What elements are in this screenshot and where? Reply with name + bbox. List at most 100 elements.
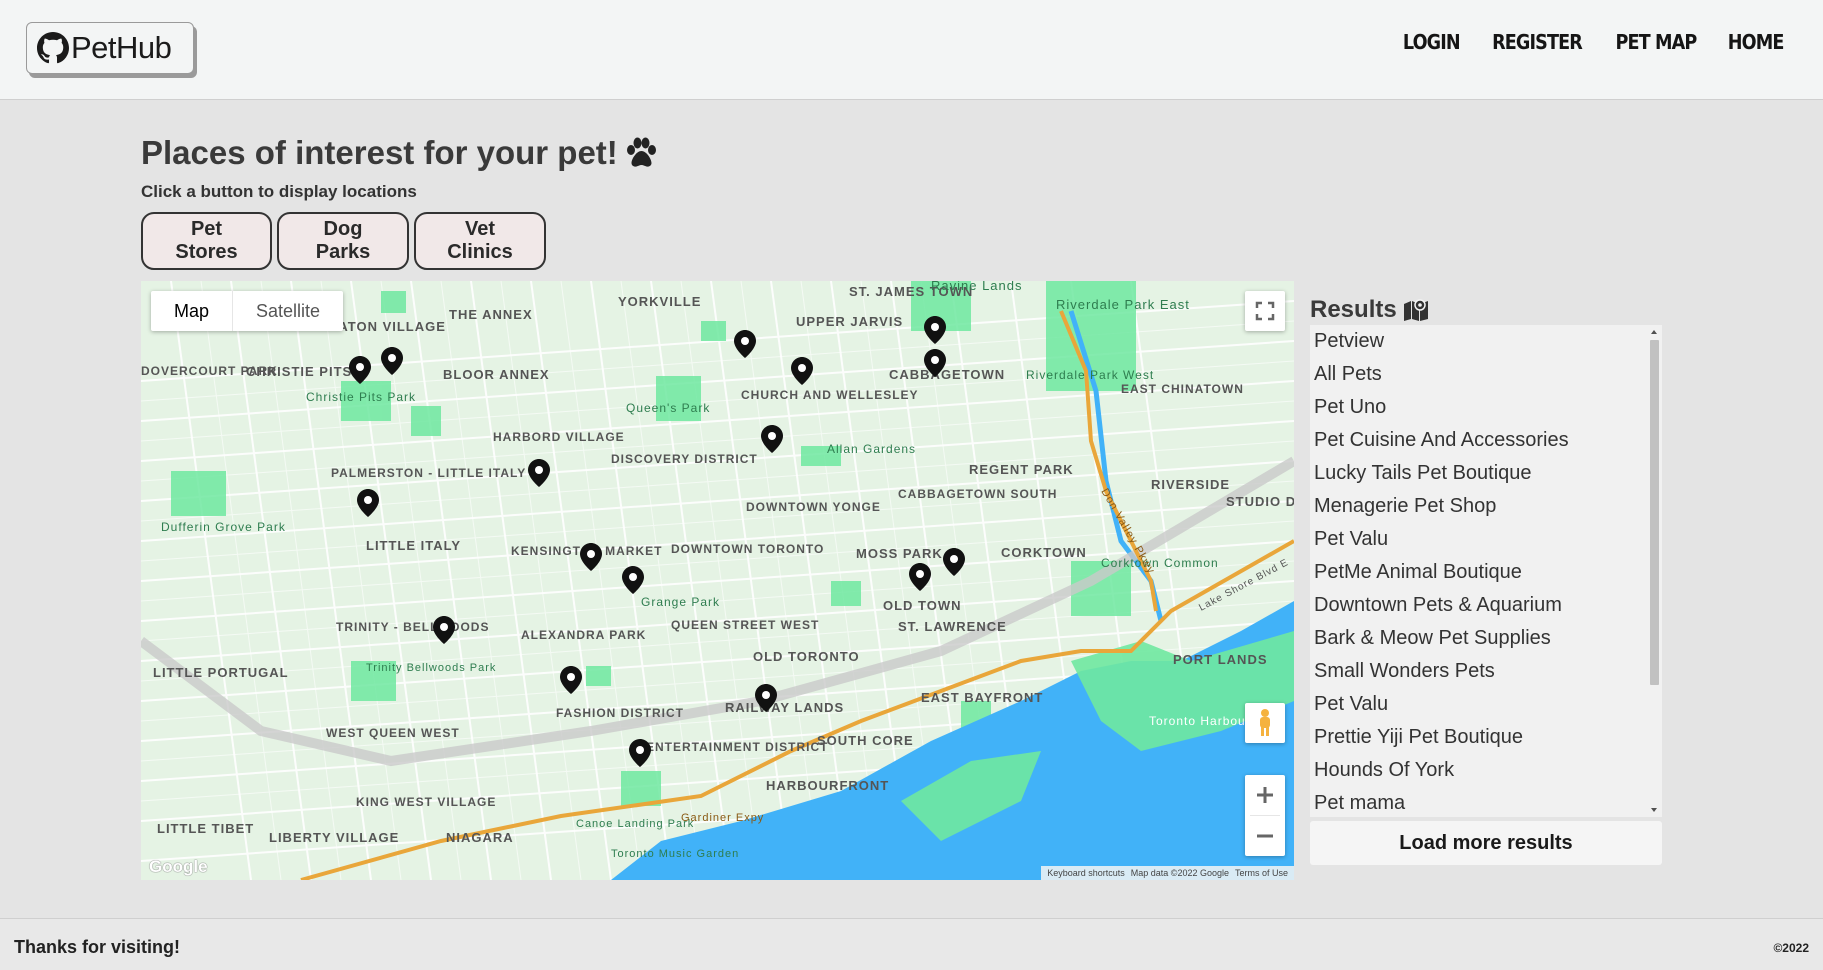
map-label-railway-lands: RAILWAY LANDS [725,700,844,715]
result-item[interactable]: Prettie Yiji Pet Boutique [1314,721,1658,754]
map-label-trinity-bellwoods: TRINITY - BELLWOODS [336,620,489,634]
map-label-discovery-district: DISCOVERY DISTRICT [611,452,758,466]
footer-message: Thanks for visiting! [14,937,181,957]
map-label-west-queen-west: WEST QUEEN WEST [326,726,460,740]
site-footer: Thanks for visiting! ©2022 [0,918,1823,970]
result-item[interactable]: Pet Valu [1314,523,1658,556]
map-label-ravine-lands: Ravine Lands [931,281,1023,293]
logo-text: PetHub [71,30,172,65]
nav-register[interactable]: REGISTER [1492,30,1583,54]
google-logo[interactable]: Google [149,857,208,877]
zoom-in-button[interactable] [1245,775,1285,815]
load-more-button[interactable]: Load more results [1310,821,1662,865]
pet-stores-button[interactable]: Pet Stores [141,212,272,270]
footer-copyright: ©2022 [1773,941,1809,955]
map-label-gardiner-expy: Gardiner Expy [681,812,764,824]
nav-home[interactable]: HOME [1727,30,1784,54]
map-label-grange-park: Grange Park [641,595,720,609]
map-label-canoe-landing: Canoe Landing Park [576,818,694,830]
vet-clinics-button[interactable]: Vet Clinics [414,212,546,270]
map-type-satellite[interactable]: Satellite [232,291,343,331]
map-label-riverdale-park-west: Riverdale Park West [1026,368,1154,382]
map-label-port-lands: PORT LANDS [1173,652,1268,667]
map-label-yorkville: YORKVILLE [618,294,701,309]
map-label-alexandra-park: ALEXANDRA PARK [521,628,646,642]
street-view-pegman[interactable] [1245,703,1285,743]
map-canvas[interactable]: SEATON VILLAGE THE ANNEX YORKVILLE ST. J… [141,281,1294,880]
map-data-text: Map data ©2022 Google [1130,868,1229,878]
google-map[interactable]: SEATON VILLAGE THE ANNEX YORKVILLE ST. J… [141,281,1294,880]
results-heading: Results [1310,296,1429,324]
result-item[interactable]: Pet mama [1314,787,1658,817]
map-label-toronto-harbour: Toronto Harbour [1149,714,1251,728]
map-label-little-tibet: LITTLE TIBET [157,821,254,836]
result-item[interactable]: Bark & Meow Pet Supplies [1314,622,1658,655]
keyboard-shortcuts-link[interactable]: Keyboard shortcuts [1047,868,1125,878]
page-title-text: Places of interest for your pet! [141,134,618,171]
minus-icon [1257,834,1273,838]
dog-parks-button[interactable]: Dog Parks [277,212,409,270]
map-label-studio-d: STUDIO D [1226,494,1294,509]
map-icon [1403,299,1428,321]
map-label-corktown: CORKTOWN [1001,545,1087,560]
result-item[interactable]: Hounds Of York [1314,754,1658,787]
map-label-fashion-district: FASHION DISTRICT [556,706,684,720]
scroll-up-icon[interactable] [1651,330,1657,334]
result-item[interactable]: Lucky Tails Pet Boutique [1314,457,1658,490]
map-label-harbord-village: HARBORD VILLAGE [493,430,625,444]
result-item[interactable]: All Pets [1314,358,1658,391]
map-label-queens-park: Queen's Park [626,401,710,415]
results-scrollbar[interactable] [1647,325,1662,817]
pethub-logo[interactable]: PetHub [26,22,194,74]
map-label-moss-park: MOSS PARK [856,546,943,561]
map-attribution: Keyboard shortcuts Map data ©2022 Google… [1041,866,1294,880]
category-buttons: Pet Stores Dog Parks Vet Clinics [141,212,546,270]
paw-icon [626,137,656,167]
map-type-map[interactable]: Map [151,291,232,331]
pegman-icon [1260,709,1270,736]
map-label-east-chinatown: EAST CHINATOWN [1121,382,1244,396]
zoom-control [1245,775,1285,856]
result-item[interactable]: Petview [1314,325,1658,358]
map-label-niagara: NIAGARA [446,830,514,845]
map-label-cabbagetown-south: CABBAGETOWN SOUTH [898,487,1057,501]
main-nav: LOGIN REGISTER PET MAP HOME [1399,30,1787,54]
results-list[interactable]: Petview All Pets Pet Uno Pet Cuisine And… [1310,325,1662,817]
terms-link[interactable]: Terms of Use [1235,868,1288,878]
map-label-downtown-toronto: DOWNTOWN TORONTO [671,542,824,556]
map-type-control: Map Satellite [151,291,344,331]
map-label-regent-park: REGENT PARK [969,462,1074,477]
nav-login[interactable]: LOGIN [1403,30,1461,54]
result-item[interactable]: Menagerie Pet Shop [1314,490,1658,523]
nav-pet-map[interactable]: PET MAP [1615,30,1697,54]
map-label-corktown-common: Corktown Common [1101,556,1219,570]
result-item[interactable]: Pet Uno [1314,391,1658,424]
github-icon [37,32,69,64]
fullscreen-button[interactable] [1245,291,1285,331]
map-label-st-lawrence: ST. LAWRENCE [898,619,1007,634]
map-label-east-bayfront: EAST BAYFRONT [921,690,1043,705]
map-label-king-west-village: KING WEST VILLAGE [356,795,496,809]
map-label-entertainment-district: ENTERTAINMENT DISTRICT [646,740,828,754]
map-label-christie-pits-park: Christie Pits Park [306,390,416,404]
zoom-out-button[interactable] [1245,816,1285,856]
result-item[interactable]: Pet Valu [1314,688,1658,721]
map-label-dovercourt-park: DOVERCOURT PARK [141,364,278,378]
map-label-upper-jarvis: UPPER JARVIS [796,314,903,329]
results-items: Petview All Pets Pet Uno Pet Cuisine And… [1310,325,1662,817]
map-label-south-core: SOUTH CORE [817,733,914,748]
result-item[interactable]: Downtown Pets & Aquarium [1314,589,1658,622]
map-label-downtown-yonge: DOWNTOWN YONGE [746,500,881,514]
result-item[interactable]: Pet Cuisine And Accessories [1314,424,1658,457]
map-label-little-italy: LITTLE ITALY [366,538,461,553]
page-subtitle: Click a button to display locations [141,182,417,201]
map-label-old-toronto: OLD TORONTO [753,649,860,664]
map-label-music-garden: Toronto Music Garden [611,848,739,860]
map-label-riverdale-park-east: Riverdale Park East [1056,297,1190,312]
scroll-down-icon[interactable] [1651,808,1657,812]
scrollbar-thumb[interactable] [1650,340,1659,685]
map-label-old-town: OLD TOWN [883,598,962,613]
plus-icon [1257,787,1273,803]
result-item[interactable]: Small Wonders Pets [1314,655,1658,688]
result-item[interactable]: PetMe Animal Boutique [1314,556,1658,589]
